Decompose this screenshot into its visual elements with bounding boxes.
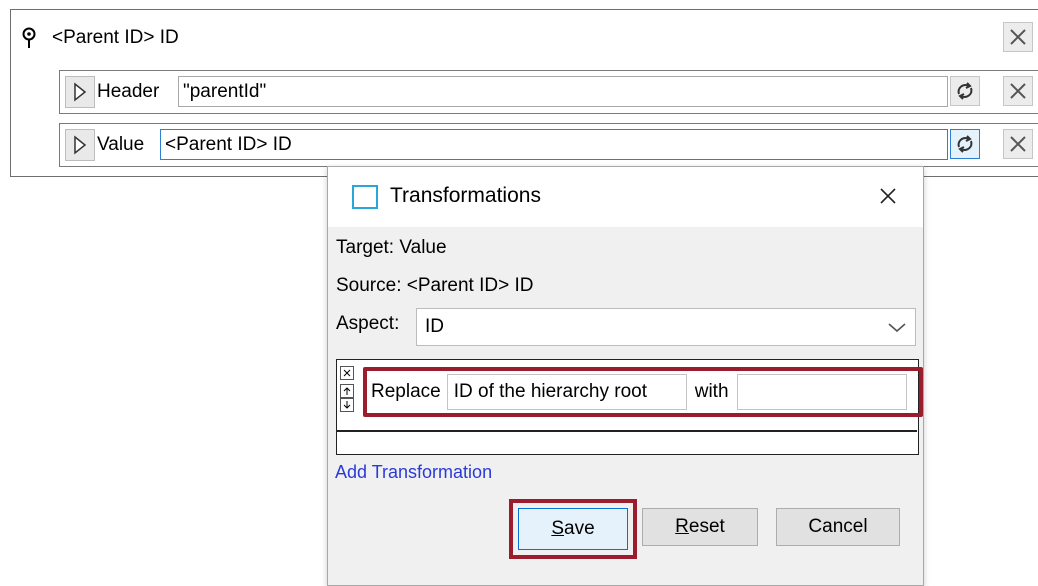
remove-mapping-button[interactable]	[1003, 22, 1033, 52]
aspect-value: ID	[425, 316, 444, 337]
source-value: <Parent ID> ID	[406, 275, 534, 296]
cancel-label: Cancel	[808, 516, 868, 537]
header-label: Header	[97, 80, 160, 102]
replace-value: ID of the hierarchy root	[453, 381, 647, 402]
header-transform-button[interactable]	[950, 76, 980, 106]
mapping-header: <Parent ID> ID	[20, 18, 179, 58]
save-label-rest: ave	[564, 518, 595, 539]
replace-field[interactable]: ID of the hierarchy root	[446, 374, 687, 410]
play-triangle-icon	[74, 82, 87, 102]
with-label: with	[694, 381, 729, 402]
save-button[interactable]: Save	[518, 508, 628, 550]
target-value: Value	[399, 237, 447, 258]
replace-transformation: Replace ID of the hierarchy root with	[363, 367, 923, 417]
delete-transformation-button[interactable]	[340, 366, 354, 380]
reset-label-rest: eset	[688, 516, 725, 537]
value-text: <Parent ID> ID	[165, 133, 292, 155]
save-mnemonic: S	[551, 518, 565, 539]
close-icon	[880, 188, 896, 204]
source-label: Source:	[336, 275, 402, 296]
add-transformation-link[interactable]: Add Transformation	[335, 462, 492, 483]
dialog-close-button[interactable]	[873, 181, 903, 211]
divider	[337, 430, 917, 432]
arrow-down-icon	[343, 401, 351, 409]
transformation-list: Replace ID of the hierarchy root with	[336, 359, 923, 455]
dialog-title: Transformations	[390, 184, 541, 207]
expand-value-button[interactable]	[65, 129, 95, 161]
header-row: Header "parentId"	[59, 70, 1038, 114]
value-row: Value <Parent ID> ID	[59, 123, 1038, 167]
close-icon	[343, 369, 351, 377]
target-label: Target:	[336, 237, 395, 258]
play-triangle-icon	[74, 135, 87, 155]
transform-icon	[957, 82, 973, 100]
transform-icon	[957, 135, 973, 153]
replace-label: Replace	[371, 381, 441, 402]
header-value-field[interactable]: "parentId"	[178, 76, 948, 107]
aspect-select[interactable]: ID	[416, 308, 916, 346]
close-icon	[1010, 136, 1026, 152]
value-label: Value	[97, 133, 145, 155]
close-icon	[1010, 83, 1026, 99]
window-icon	[352, 185, 378, 209]
value-transform-button[interactable]	[950, 129, 980, 159]
cancel-button[interactable]: Cancel	[776, 508, 900, 546]
pin-icon[interactable]	[20, 27, 38, 49]
chevron-down-icon	[888, 323, 906, 333]
remove-value-button[interactable]	[1003, 129, 1033, 159]
target-line: Target: Value	[336, 237, 447, 259]
arrow-up-icon	[343, 387, 351, 395]
value-field[interactable]: <Parent ID> ID	[160, 129, 948, 160]
expand-header-button[interactable]	[65, 76, 95, 108]
move-up-button[interactable]	[340, 384, 354, 398]
reset-button[interactable]: Reset	[642, 508, 758, 546]
reset-mnemonic: R	[675, 516, 689, 537]
mapping-title: <Parent ID> ID	[52, 27, 179, 48]
close-icon	[1010, 29, 1026, 45]
header-value: "parentId"	[183, 80, 267, 102]
remove-header-button[interactable]	[1003, 76, 1033, 106]
move-down-button[interactable]	[340, 398, 354, 412]
source-line: Source: <Parent ID> ID	[336, 275, 534, 297]
dialog-titlebar: Transformations	[328, 167, 923, 227]
aspect-label: Aspect:	[336, 313, 400, 334]
with-field[interactable]	[736, 374, 907, 410]
transformations-dialog: Transformations Target: Value Source: <P…	[327, 166, 924, 586]
